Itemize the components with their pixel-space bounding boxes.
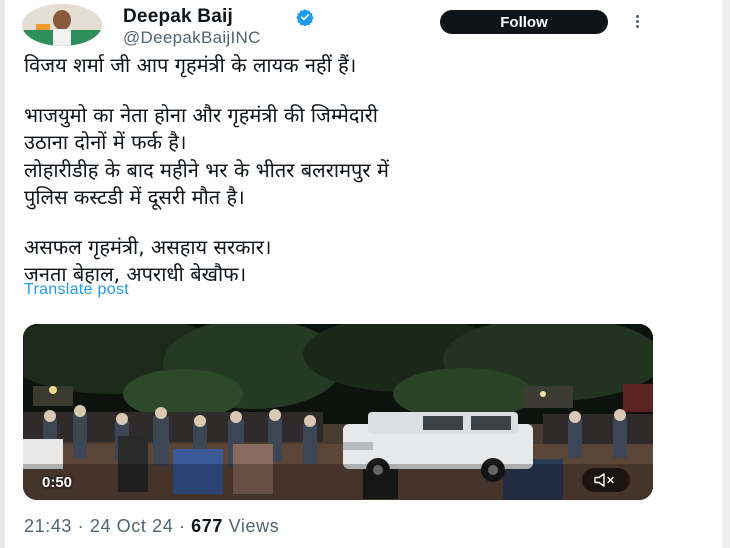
tweet-line: पुलिस कस्टडी में दूसरी मौत है। (24, 185, 245, 209)
tweet-metadata: 21:43 · 24 Oct 24 · 677 Views (24, 516, 279, 537)
author-handle[interactable]: @DeepakBaijINC (123, 28, 261, 48)
video-frame (23, 324, 653, 500)
views-label: Views (228, 516, 280, 536)
volume-muted-icon (594, 473, 614, 487)
post-time[interactable]: 21:43 (24, 516, 72, 536)
author-name[interactable]: Deepak Baij (123, 6, 233, 28)
separator-dot: · (178, 516, 192, 536)
tweet-text: विजय शर्मा जी आप गृहमंत्री के लायक नहीं … (24, 52, 664, 289)
more-options-icon[interactable] (632, 13, 642, 33)
video-player[interactable] (23, 324, 653, 500)
avatar[interactable] (22, 4, 102, 46)
views-count: 677 (191, 516, 223, 536)
left-edge (0, 0, 5, 548)
tweet-line: असफल गृहमंत्री, असहाय सरकार। (24, 234, 272, 259)
separator-dot: · (77, 516, 90, 536)
translate-post-link[interactable]: Translate post (24, 281, 129, 299)
post-date[interactable]: 24 Oct 24 (90, 516, 173, 536)
tweet-line: भाजयुमो का नेता होना और गृहमंत्री की जिम… (24, 102, 378, 127)
mute-button[interactable] (582, 468, 630, 492)
video-duration: 0:50 (42, 474, 73, 491)
tweet-line: उठाना दोनों में फर्क है। (24, 130, 187, 154)
tweet-line: विजय शर्मा जी आप गृहमंत्री के लायक नहीं … (24, 53, 357, 77)
verified-badge-icon (296, 9, 314, 26)
follow-button[interactable]: Follow (440, 10, 608, 34)
right-edge (722, 0, 730, 548)
tweet-line: लोहारीडीह के बाद महीने भर के भीतर बलरामप… (24, 157, 389, 182)
